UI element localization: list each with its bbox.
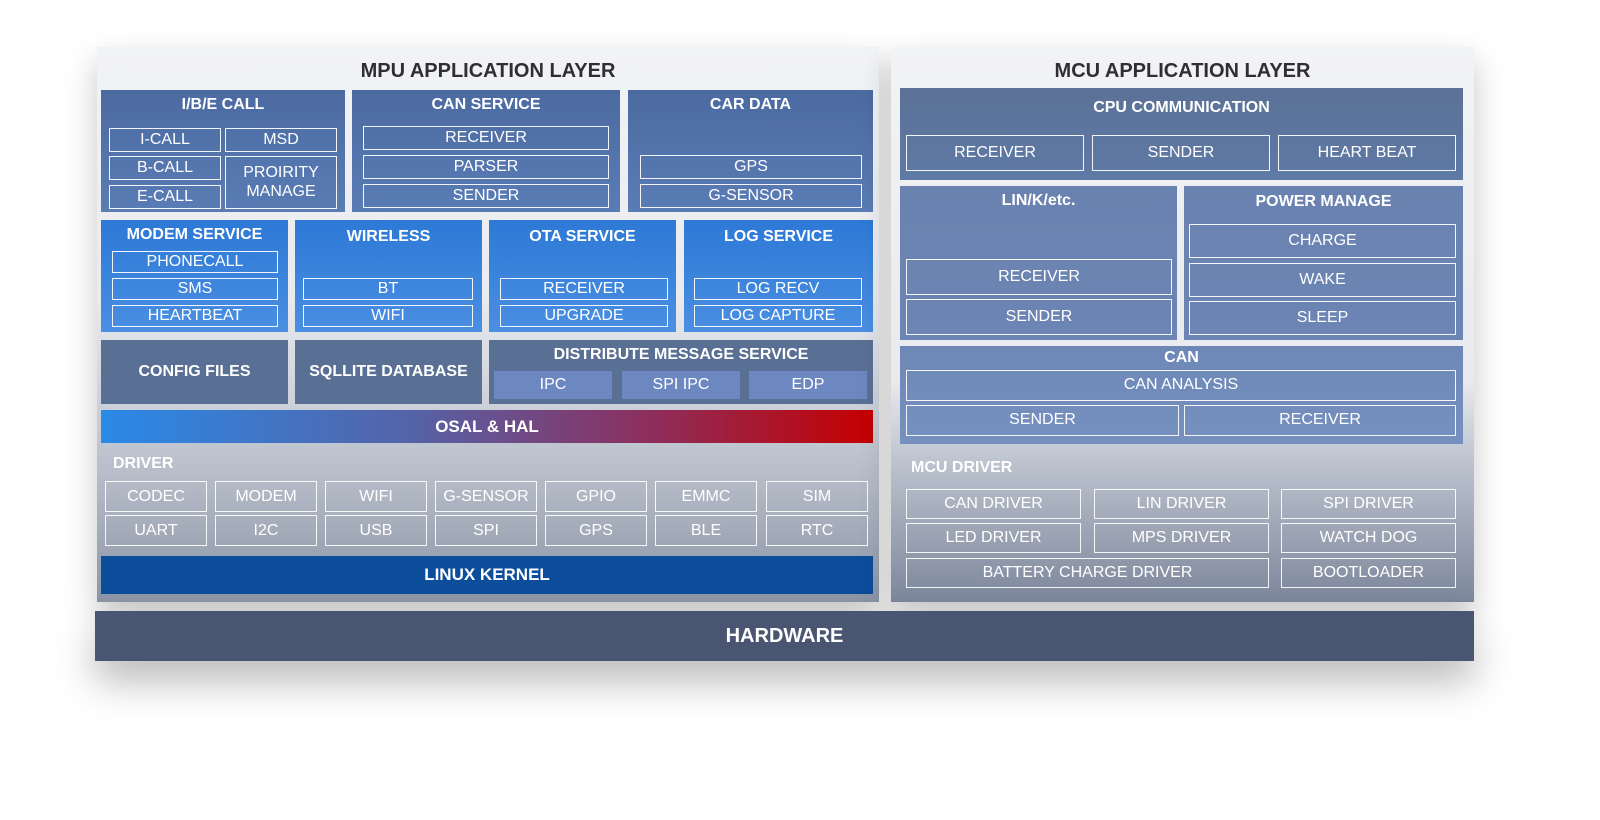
osal-hal-bar: OSAL & HAL bbox=[101, 410, 873, 443]
spi-driver-box: SPI DRIVER bbox=[1281, 489, 1456, 519]
sleep-box: SLEEP bbox=[1189, 301, 1456, 335]
sqllite-database-box: SQLLITE DATABASE bbox=[295, 340, 482, 404]
driver-title: DRIVER bbox=[113, 455, 174, 472]
ibe-call-title: I/B/E CALL bbox=[181, 96, 265, 113]
watch-dog-box: WATCH DOG bbox=[1281, 523, 1456, 553]
driver-ble-box: BLE bbox=[655, 515, 757, 546]
modem-service-group: MODEM SERVICE PHONECALL SMS HEARTBEAT bbox=[101, 220, 288, 332]
distribute-message-service-group: DISTRIBUTE MESSAGE SERVICE IPC SPI IPC E… bbox=[489, 340, 873, 404]
ota-service-group: OTA SERVICE RECEIVER UPGRADE bbox=[489, 220, 676, 332]
charge-box: CHARGE bbox=[1189, 224, 1456, 258]
modem-service-title: MODEM SERVICE bbox=[126, 226, 263, 243]
cpu-sender-box: SENDER bbox=[1092, 135, 1270, 171]
driver-rtc-box: RTC bbox=[766, 515, 868, 546]
heart-beat-box: HEART BEAT bbox=[1278, 135, 1456, 171]
power-manage-title: POWER MANAGE bbox=[1255, 193, 1392, 210]
driver-usb-box: USB bbox=[325, 515, 427, 546]
driver-modem-box: MODEM bbox=[215, 481, 317, 512]
ota-receiver-box: RECEIVER bbox=[500, 278, 668, 300]
ipc-box: IPC bbox=[494, 371, 612, 399]
lin-k-title: LIN/K/etc. bbox=[1001, 192, 1076, 209]
lin-receiver-box: RECEIVER bbox=[906, 259, 1172, 295]
hardware-bar: HARDWARE bbox=[95, 611, 1474, 661]
log-service-title: LOG SERVICE bbox=[723, 228, 834, 245]
can-service-receiver-box: RECEIVER bbox=[363, 126, 609, 150]
sms-box: SMS bbox=[112, 278, 278, 300]
cpu-receiver-box: RECEIVER bbox=[906, 135, 1084, 171]
lin-driver-box: LIN DRIVER bbox=[1094, 489, 1269, 519]
cpu-communication-group: CPU COMMUNICATION RECEIVER SENDER HEART … bbox=[900, 88, 1463, 180]
lin-sender-box: SENDER bbox=[906, 299, 1172, 335]
can-service-parser-box: PARSER bbox=[363, 155, 609, 179]
driver-i2c-box: I2C bbox=[215, 515, 317, 546]
linux-kernel-bar: LINUX KERNEL bbox=[101, 556, 873, 594]
e-call-box: E-CALL bbox=[109, 185, 221, 209]
wireless-title: WIRELESS bbox=[346, 228, 431, 245]
driver-uart-box: UART bbox=[105, 515, 207, 546]
can-title: CAN bbox=[1164, 349, 1199, 366]
driver-emmc-box: EMMC bbox=[655, 481, 757, 512]
distribute-message-service-title: DISTRIBUTE MESSAGE SERVICE bbox=[553, 346, 809, 363]
can-service-group: CAN SERVICE RECEIVER PARSER SENDER bbox=[352, 90, 620, 212]
heartbeat-box: HEARTBEAT bbox=[112, 305, 278, 327]
ibe-call-group: I/B/E CALL I-CALL B-CALL E-CALL MSD PROI… bbox=[101, 90, 345, 212]
edp-box: EDP bbox=[749, 371, 867, 399]
driver-gps-box: GPS bbox=[545, 515, 647, 546]
can-sender-box: SENDER bbox=[906, 405, 1179, 436]
wifi-box: WIFI bbox=[303, 305, 473, 327]
i-call-box: I-CALL bbox=[109, 128, 221, 152]
mcu-layer-title: MCU APPLICATION LAYER bbox=[1054, 59, 1311, 82]
log-service-group: LOG SERVICE LOG RECV LOG CAPTURE bbox=[684, 220, 873, 332]
can-receiver-box: RECEIVER bbox=[1184, 405, 1456, 436]
spi-ipc-box: SPI IPC bbox=[622, 371, 740, 399]
log-capture-box: LOG CAPTURE bbox=[694, 305, 862, 327]
upgrade-box: UPGRADE bbox=[500, 305, 668, 327]
bt-box: BT bbox=[303, 278, 473, 300]
mps-driver-box: MPS DRIVER bbox=[1094, 523, 1269, 553]
driver-gpio-box: GPIO bbox=[545, 481, 647, 512]
cpu-communication-title: CPU COMMUNICATION bbox=[1093, 99, 1270, 116]
car-data-g-sensor-box: G-SENSOR bbox=[640, 184, 862, 208]
log-recv-box: LOG RECV bbox=[694, 278, 862, 300]
phonecall-box: PHONECALL bbox=[112, 251, 278, 273]
can-service-title: CAN SERVICE bbox=[431, 96, 541, 113]
car-data-title: CAR DATA bbox=[709, 96, 792, 113]
lin-k-group: LIN/K/etc. RECEIVER SENDER bbox=[900, 186, 1177, 340]
battery-charge-driver-box: BATTERY CHARGE DRIVER bbox=[906, 558, 1269, 588]
power-manage-group: POWER MANAGE CHARGE WAKE SLEEP bbox=[1184, 186, 1463, 340]
can-driver-box: CAN DRIVER bbox=[906, 489, 1081, 519]
driver-codec-box: CODEC bbox=[105, 481, 207, 512]
config-files-box: CONFIG FILES bbox=[101, 340, 288, 404]
mpu-layer-title: MPU APPLICATION LAYER bbox=[360, 59, 616, 82]
driver-wifi-box: WIFI bbox=[325, 481, 427, 512]
led-driver-box: LED DRIVER bbox=[906, 523, 1081, 553]
mcu-driver-title: MCU DRIVER bbox=[911, 459, 1013, 476]
bootloader-box: BOOTLOADER bbox=[1281, 558, 1456, 588]
wake-box: WAKE bbox=[1189, 263, 1456, 297]
wireless-group: WIRELESS BT WIFI bbox=[295, 220, 482, 332]
can-service-sender-box: SENDER bbox=[363, 184, 609, 208]
driver-sim-box: SIM bbox=[766, 481, 868, 512]
driver-spi-box: SPI bbox=[435, 515, 537, 546]
driver-g-sensor-box: G-SENSOR bbox=[435, 481, 537, 512]
car-data-gps-box: GPS bbox=[640, 155, 862, 179]
can-group: CAN CAN ANALYSIS SENDER RECEIVER bbox=[900, 346, 1463, 444]
msd-box: MSD bbox=[225, 128, 337, 152]
car-data-group: CAR DATA GPS G-SENSOR bbox=[628, 90, 873, 212]
b-call-box: B-CALL bbox=[109, 156, 221, 180]
architecture-diagram: MPU APPLICATION LAYER I/B/E CALL I-CALL … bbox=[0, 0, 1600, 820]
priority-manage-box: PROIRITY MANAGE bbox=[225, 156, 337, 209]
can-analysis-box: CAN ANALYSIS bbox=[906, 370, 1456, 401]
ota-service-title: OTA SERVICE bbox=[529, 228, 636, 245]
